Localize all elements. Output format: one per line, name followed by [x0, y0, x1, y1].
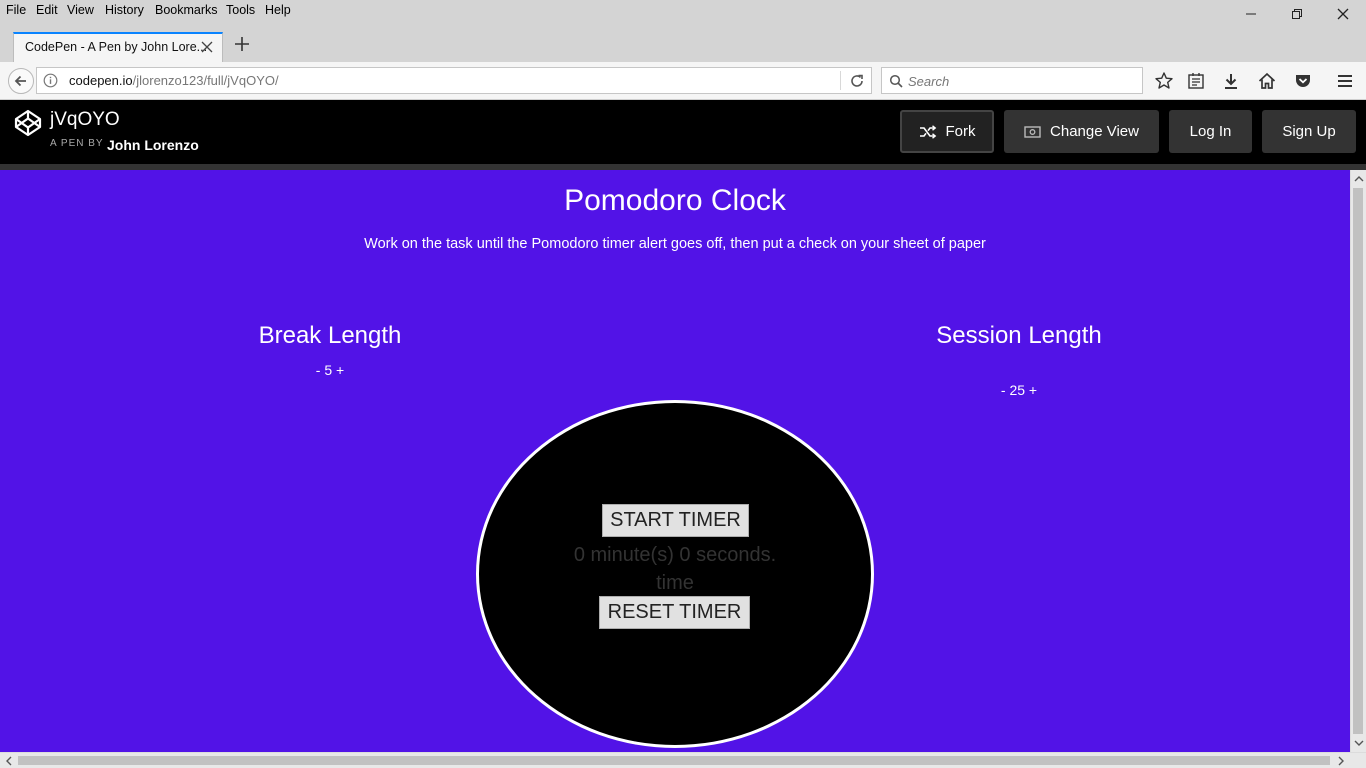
search-bar[interactable]: Search [881, 67, 1143, 94]
tab-close-icon[interactable] [200, 40, 214, 54]
change-view-button[interactable]: Change View [1004, 110, 1159, 153]
navigation-bar: codepen.io/jlorenzo123/full/jVqOYO/ Sear… [0, 62, 1366, 100]
change-view-icon [1024, 125, 1041, 138]
pen-author-link[interactable]: John Lorenzo [107, 137, 199, 153]
search-placeholder: Search [908, 74, 950, 89]
url-text: codepen.io/jlorenzo123/full/jVqOYO/ [69, 73, 279, 88]
close-icon [1337, 8, 1349, 20]
session-increment-button[interactable]: + [1029, 382, 1037, 398]
menu-help[interactable]: Help [265, 3, 291, 17]
page-subtitle: Work on the task until the Pomodoro time… [364, 236, 986, 252]
pen-by-label: A PEN BY [50, 138, 104, 149]
tab-codepen[interactable]: CodePen - A Pen by John Lore... [13, 32, 223, 62]
url-separator [840, 71, 841, 90]
address-bar[interactable]: codepen.io/jlorenzo123/full/jVqOYO/ [36, 67, 872, 94]
reset-timer-button[interactable]: RESET TIMER [599, 596, 750, 629]
scroll-up-arrow-icon[interactable] [1352, 172, 1366, 186]
bookmark-star-icon[interactable] [1154, 71, 1174, 91]
menu-bookmarks[interactable]: Bookmarks [155, 3, 218, 17]
time-remaining-text: 0 minute(s) 0 seconds. [573, 544, 777, 566]
start-timer-button[interactable]: START TIMER [602, 504, 749, 537]
minimize-icon [1246, 13, 1256, 15]
horizontal-scrollbar[interactable] [0, 752, 1366, 768]
tab-title: CodePen - A Pen by John Lore... [25, 40, 208, 54]
codepen-header: jVqOYO A PEN BY John Lorenzo Fork Change… [0, 100, 1366, 164]
session-length-label: Session Length [936, 322, 1102, 349]
menu-tools[interactable]: Tools [226, 3, 255, 17]
search-icon [889, 74, 903, 88]
menu-view[interactable]: View [67, 3, 94, 17]
vertical-scrollbar[interactable] [1350, 170, 1366, 752]
time-remaining-display: 0 minute(s) 0 seconds. time [479, 541, 871, 597]
session-length-value: 25 [1009, 382, 1026, 398]
scroll-right-arrow-icon[interactable] [1334, 754, 1348, 768]
login-label: Log In [1189, 123, 1232, 140]
hamburger-menu-icon[interactable] [1335, 71, 1355, 91]
break-length-label: Break Length [258, 322, 402, 349]
pocket-icon[interactable] [1293, 71, 1313, 91]
vertical-scroll-thumb[interactable] [1353, 188, 1363, 734]
page-title: Pomodoro Clock [564, 184, 786, 217]
signup-label: Sign Up [1282, 123, 1336, 140]
back-button[interactable] [8, 68, 34, 94]
fork-label: Fork [945, 123, 976, 140]
fork-button[interactable]: Fork [900, 110, 994, 153]
break-length-control: - 5 + [180, 362, 480, 378]
timer-mode-text: time [656, 572, 694, 594]
reload-icon[interactable] [848, 72, 866, 90]
download-icon[interactable] [1221, 71, 1241, 91]
session-length-control: - 25 + [869, 382, 1169, 398]
codepen-logo-icon[interactable] [14, 109, 42, 137]
back-arrow-icon [14, 75, 26, 87]
url-host: codepen.io [69, 73, 133, 88]
scroll-down-arrow-icon[interactable] [1352, 736, 1366, 750]
break-length-value: 5 [324, 362, 333, 378]
menu-edit[interactable]: Edit [36, 3, 58, 17]
site-info-icon[interactable] [43, 73, 58, 88]
session-decrement-button[interactable]: - [1001, 382, 1006, 398]
pomodoro-app: Pomodoro Clock Work on the task until th… [0, 170, 1350, 752]
tab-strip: CodePen - A Pen by John Lore... [0, 22, 1366, 62]
timer-clock-face: START TIMER 0 minute(s) 0 seconds. time … [476, 400, 874, 748]
scroll-left-arrow-icon[interactable] [2, 754, 16, 768]
menu-file[interactable]: File [6, 3, 26, 17]
reading-list-icon[interactable] [1186, 71, 1206, 91]
new-tab-icon[interactable] [233, 35, 251, 53]
break-increment-button[interactable]: + [336, 362, 344, 378]
horizontal-scroll-thumb[interactable] [18, 756, 1330, 765]
home-icon[interactable] [1257, 71, 1277, 91]
menu-bar: File Edit View History Bookmarks Tools H… [0, 0, 1366, 22]
pen-title[interactable]: jVqOYO [50, 109, 120, 131]
restore-icon [1292, 9, 1302, 19]
signup-button[interactable]: Sign Up [1262, 110, 1356, 153]
change-view-label: Change View [1050, 123, 1139, 140]
menu-history[interactable]: History [105, 3, 144, 17]
login-button[interactable]: Log In [1169, 110, 1252, 153]
url-path: /jlorenzo123/full/jVqOYO/ [132, 73, 279, 88]
break-decrement-button[interactable]: - [316, 362, 321, 378]
fork-icon [919, 124, 936, 139]
